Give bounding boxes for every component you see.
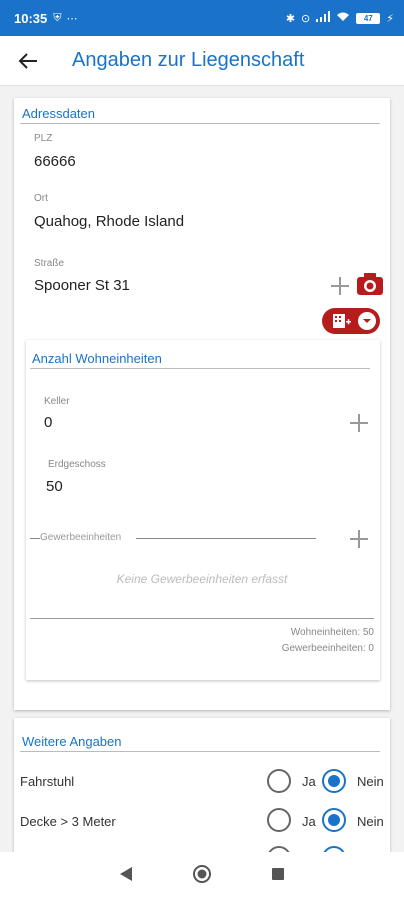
status-bar: 10:35 ⛨ ⋯ ✱ ⊙ 47 ⚡: [0, 0, 404, 36]
summary-wohneinheiten: Wohneinheiten: 50: [290, 627, 374, 638]
app-bar: Angaben zur Liegenschaft: [0, 36, 404, 86]
keller-field[interactable]: 0: [44, 414, 52, 431]
charging-icon: ⚡: [386, 12, 394, 25]
units-section-divider: [30, 368, 370, 369]
nav-home-button[interactable]: [192, 864, 212, 889]
nav-recents-button[interactable]: [271, 867, 285, 886]
system-nav-bar: [0, 852, 404, 900]
battery-icon: 47: [356, 12, 381, 24]
decke-ja-radio[interactable]: [267, 808, 291, 832]
decke-label: Decke > 3 Meter: [20, 814, 116, 829]
decke-nein-radio[interactable]: [322, 808, 346, 832]
triangle-back-icon: [120, 866, 133, 881]
arrow-left-icon: [18, 52, 37, 69]
status-time: 10:35: [14, 10, 48, 26]
back-button[interactable]: [0, 36, 56, 86]
camera-icon: [357, 273, 383, 295]
units-bottom-divider: [30, 618, 374, 619]
ort-field[interactable]: Quahog, Rhode Island: [34, 213, 184, 230]
fahrstuhl-nein-radio[interactable]: [322, 769, 346, 793]
building-icon: [333, 314, 351, 328]
dnd-icon: ⊙: [301, 12, 311, 25]
add-gewerbe-button[interactable]: [348, 528, 370, 550]
gewerbe-label: Gewerbeeinheiten: [40, 532, 122, 543]
address-section-title: Adressdaten: [22, 106, 95, 121]
units-section-title: Anzahl Wohneinheiten: [32, 351, 162, 366]
gewerbe-divider-right: [136, 538, 316, 539]
fahrstuhl-label: Fahrstuhl: [20, 774, 75, 789]
erdgeschoss-label: Erdgeschoss: [48, 459, 106, 470]
plz-label: PLZ: [34, 133, 53, 144]
scroll-content[interactable]: Adressdaten PLZ 66666 Ort Quahog, Rhode …: [0, 86, 404, 852]
address-section-divider: [20, 123, 380, 124]
bluetooth-icon: ✱: [285, 12, 296, 25]
signal-icon: [316, 11, 331, 25]
more-notifications-icon: ⋯: [66, 12, 78, 25]
plz-field[interactable]: 66666: [34, 153, 76, 170]
home-circle-icon: [192, 864, 211, 883]
strasse-label: Straße: [34, 258, 65, 269]
building-menu-button[interactable]: [322, 308, 380, 334]
gewerbe-divider-left: [30, 538, 40, 539]
more-section-divider: [20, 751, 380, 752]
square-recents-icon: [271, 867, 284, 880]
decke-nein-label: Nein: [357, 814, 384, 829]
chevron-down-icon: [358, 312, 376, 330]
erdgeschoss-field[interactable]: 50: [46, 478, 63, 495]
keller-label: Keller: [44, 396, 70, 407]
page-title: Angaben zur Liegenschaft: [72, 49, 305, 71]
summary-gewerbeeinheiten: Gewerbeeinheiten: 0: [281, 643, 374, 654]
camera-button[interactable]: [356, 272, 384, 296]
decke-ja-label: Ja: [302, 814, 316, 829]
fahrstuhl-ja-radio[interactable]: [267, 769, 291, 793]
fahrstuhl-nein-label: Nein: [357, 774, 384, 789]
shield-icon: ⛨: [53, 11, 62, 24]
add-keller-button[interactable]: [348, 412, 370, 434]
add-street-button[interactable]: [329, 275, 351, 297]
more-section-title: Weitere Angaben: [22, 734, 122, 749]
gewerbe-empty-text: Keine Gewerbeeinheiten erfasst: [116, 572, 288, 586]
strasse-field[interactable]: Spooner St 31: [34, 277, 130, 294]
wifi-icon: [336, 11, 350, 25]
ort-label: Ort: [34, 193, 48, 204]
fahrstuhl-ja-label: Ja: [302, 774, 316, 789]
nav-back-button[interactable]: [119, 866, 133, 887]
